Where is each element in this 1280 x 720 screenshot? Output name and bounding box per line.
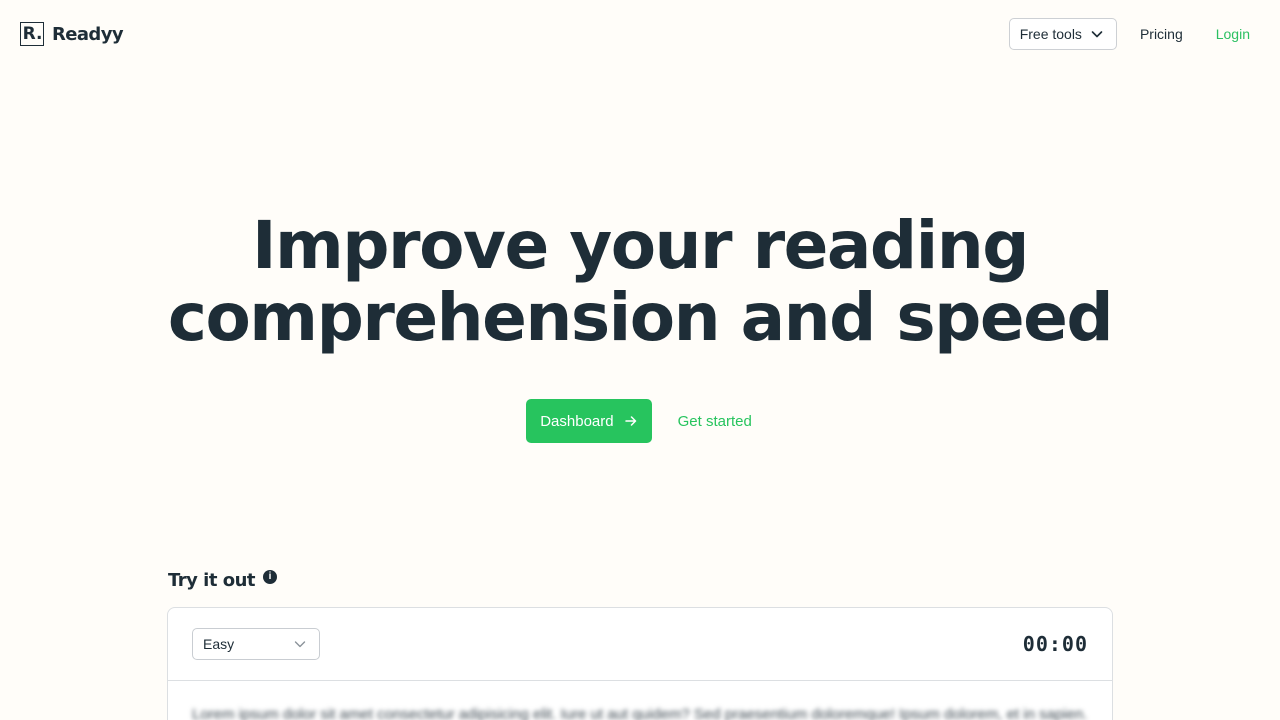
chevron-down-icon: [1091, 31, 1103, 38]
main-nav: Free tools Pricing Login: [1008, 18, 1250, 50]
reading-test-card: Easy 00:00 Lorem ipsum dolor sit amet co…: [167, 607, 1113, 720]
brand-name: Readyy: [52, 23, 124, 45]
page: R. Readyy Free tools Pricing Login Impro…: [0, 0, 1280, 720]
login-link[interactable]: Login: [1216, 26, 1250, 42]
try-it-out-title: Try it out: [168, 570, 256, 591]
top-navbar: R. Readyy Free tools Pricing Login: [0, 0, 1280, 68]
free-tools-label: Free tools: [1019, 26, 1082, 42]
brand-logo-link[interactable]: R. Readyy: [20, 22, 124, 46]
reading-test-toolbar: Easy 00:00: [168, 608, 1112, 681]
difficulty-select[interactable]: Easy: [192, 628, 320, 660]
pricing-link[interactable]: Pricing: [1140, 26, 1183, 42]
dashboard-button[interactable]: Dashboard: [526, 399, 652, 443]
logo-mark-icon: R.: [20, 22, 44, 46]
hero-title-line-1: Improve your reading: [251, 207, 1030, 284]
hero-cta-row: Dashboard Get started: [0, 399, 1280, 443]
difficulty-selected-value: Easy: [203, 636, 235, 652]
free-tools-dropdown[interactable]: Free tools: [1008, 18, 1117, 50]
try-it-out-heading: Try it out i: [168, 569, 278, 591]
dashboard-button-label: Dashboard: [540, 412, 614, 430]
logo-letter: R.: [22, 24, 43, 44]
reading-timer: 00:00: [1022, 632, 1088, 656]
hero-title-line-2: comprehension and speed: [167, 279, 1114, 356]
blurred-passage-text: Lorem ipsum dolor sit amet consectetur a…: [192, 706, 1088, 720]
info-icon[interactable]: i: [263, 569, 278, 584]
arrow-right-icon: [624, 416, 636, 426]
chevron-down-icon: [294, 641, 306, 648]
get-started-link[interactable]: Get started: [678, 413, 752, 430]
hero-title: Improve your reading comprehension and s…: [0, 210, 1280, 354]
